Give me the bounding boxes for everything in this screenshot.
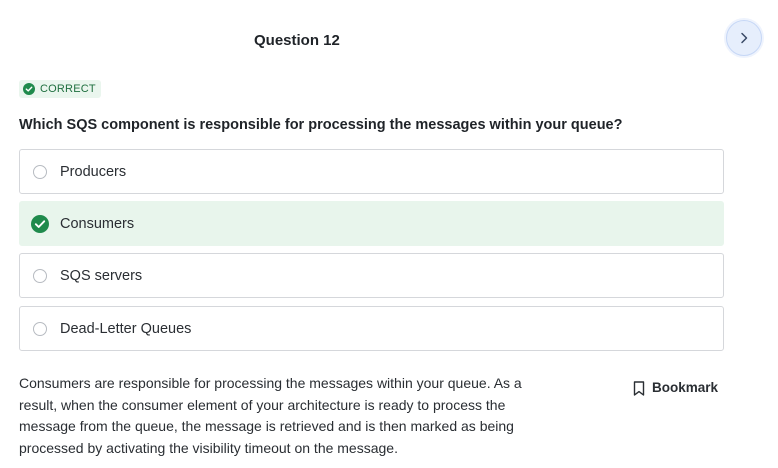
radio-button[interactable] (33, 164, 47, 179)
radio-button[interactable] (33, 321, 47, 336)
answer-option-consumers[interactable]: Consumers (19, 201, 724, 246)
answer-option-label: Dead-Letter Queues (60, 320, 192, 337)
question-title: Question 12 (254, 32, 340, 49)
answer-option-dead-letter-queues[interactable]: Dead-Letter Queues (19, 306, 724, 351)
check-circle-icon (31, 214, 49, 233)
question-prompt: Which SQS component is responsible for p… (19, 117, 623, 133)
check-circle-icon (23, 83, 35, 95)
radio-button[interactable] (33, 268, 47, 283)
bookmark-button[interactable]: Bookmark (633, 379, 718, 397)
answer-option-producers[interactable]: Producers (19, 149, 724, 194)
next-question-button[interactable] (726, 20, 762, 56)
answer-option-sqs-servers[interactable]: SQS servers (19, 253, 724, 298)
bookmark-icon (633, 380, 645, 396)
bookmark-label: Bookmark (652, 380, 719, 395)
chevron-right-icon (741, 32, 748, 44)
answer-option-label: Consumers (60, 215, 135, 232)
answer-explanation: Consumers are responsible for processing… (19, 375, 522, 456)
status-badge: CORRECT (19, 80, 101, 98)
answer-option-label: SQS servers (60, 267, 143, 284)
answer-option-label: Producers (60, 163, 127, 180)
status-label: CORRECT (40, 83, 96, 95)
